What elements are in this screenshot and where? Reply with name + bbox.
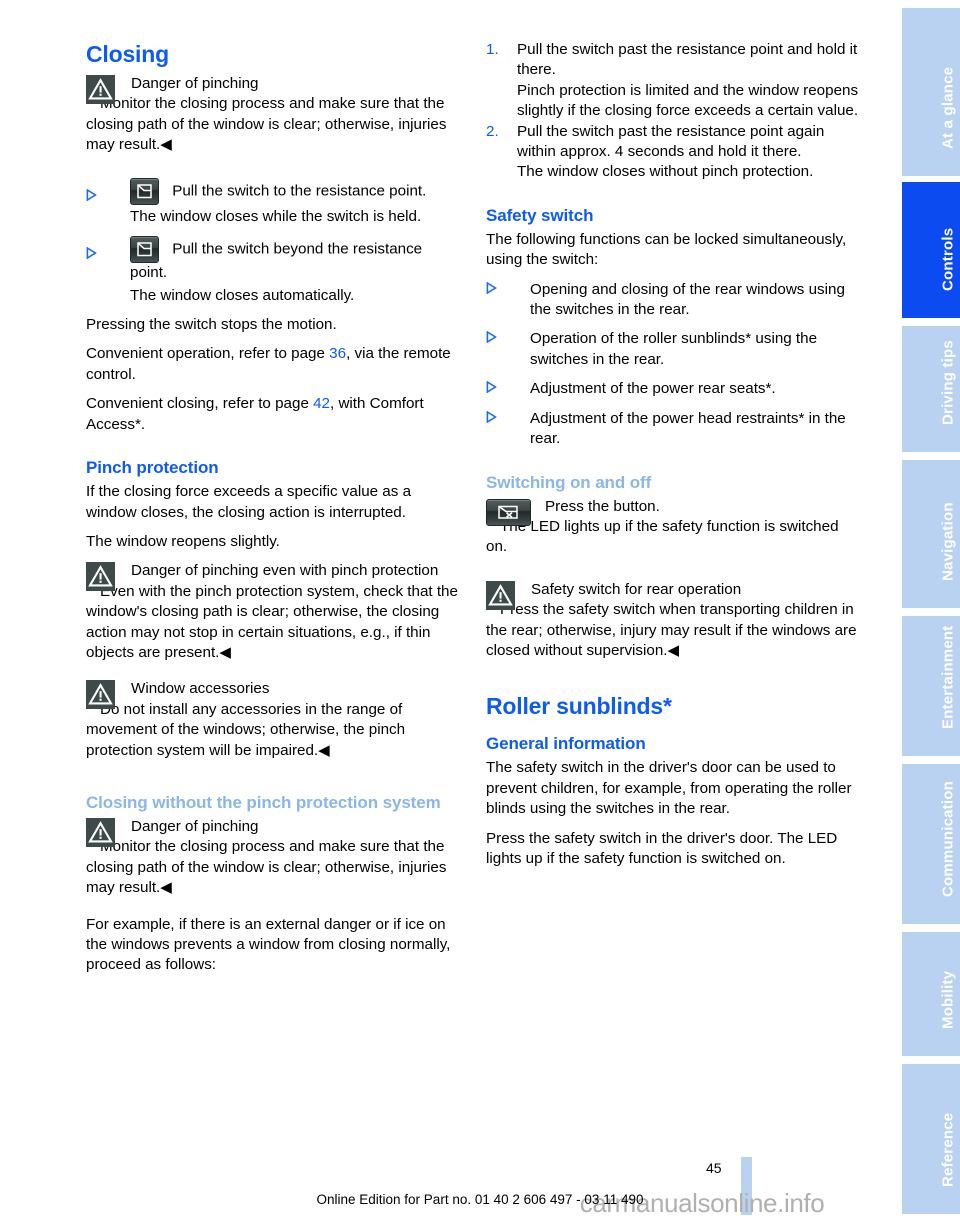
paragraph-pressing-switch: Pressing the switch stops the motion. xyxy=(86,316,337,334)
warning-body: Press the safety switch when transportin… xyxy=(486,601,857,659)
sidebar-item-entertainment[interactable]: Entertainment xyxy=(902,616,960,756)
sidebar-item-label: At a glance xyxy=(939,66,957,149)
paragraph-safety-switch-intro: The following functions can be locked si… xyxy=(486,230,847,269)
switch-step-pull-beyond-resistance: Pull the switch beyond the resistance po… xyxy=(86,236,461,284)
left-column: Closing Danger of pinching Monitor the c… xyxy=(86,40,461,985)
list-item-label: Adjustment of the power rear seats*. xyxy=(530,380,776,398)
paragraph-for-example: For example, if there is an external dan… xyxy=(86,915,451,974)
switching-instruction-block: Press the button. The LED lights up if t… xyxy=(486,497,861,558)
paragraph-convenient-closing: Convenient closing, refer to page 42, wi… xyxy=(86,394,461,435)
numbered-step: 1. Pull the switch past the resistance p… xyxy=(486,40,861,122)
triangle-bullet-icon xyxy=(486,281,500,298)
triangle-bullet-icon xyxy=(486,381,500,397)
sidebar-item-mobility[interactable]: Mobility xyxy=(902,932,960,1056)
switch-step-text: Pull the switch beyond the resistance po… xyxy=(130,240,423,282)
subsection-heading-safety-switch: Safety switch xyxy=(486,205,594,225)
sidebar-item-controls[interactable]: Controls xyxy=(902,182,960,318)
warning-block-pinch-even-with-protection: Danger of pinching even with pinch prote… xyxy=(86,561,461,663)
paragraph-pinch-p1: If the closing force exceeds a specific … xyxy=(86,483,412,521)
numbered-step: 2. Pull the switch past the resistance p… xyxy=(486,122,861,183)
warning-title: Danger of pinching xyxy=(131,817,259,835)
switch-step-text: Pull the switch to the resistance point. xyxy=(172,181,427,199)
section-heading-roller-sunblinds: Roller sunblinds* xyxy=(486,693,672,720)
warning-title: Danger of pinching even with pinch prote… xyxy=(131,562,439,580)
paragraph-pinch-p2: The window reopens slightly. xyxy=(86,532,280,550)
warning-block-safety-switch-rear: Safety switch for rear operation Press t… xyxy=(486,580,861,662)
safety-switch-button-icon[interactable] xyxy=(486,498,531,526)
triangle-bullet-icon xyxy=(486,331,500,347)
paragraph-roller-p2: Press the safety switch in the driver's … xyxy=(486,829,838,867)
sidebar-item-at-a-glance[interactable]: At a glance xyxy=(902,8,960,176)
triangle-bullet-icon xyxy=(86,187,100,203)
chapter-tab-sidebar: At a glance Controls Driving tips Naviga… xyxy=(896,0,960,1222)
warning-body: Monitor the closing process and make sur… xyxy=(86,95,447,154)
warning-triangle-icon xyxy=(86,562,115,592)
sidebar-item-label: Mobility xyxy=(939,970,957,1029)
switch-step-pull-to-resistance: Pull the switch to the resistance point. xyxy=(86,177,461,205)
step-result: The window closes without pinch protecti… xyxy=(517,163,814,181)
footer-edition-text: Online Edition for Part no. 01 40 2 606 … xyxy=(316,1192,644,1207)
list-item: Opening and closing of the rear windows … xyxy=(486,280,861,321)
warning-triangle-icon xyxy=(86,680,115,710)
page-number: 45 xyxy=(706,1160,722,1176)
manual-page: Closing Danger of pinching Monitor the c… xyxy=(0,0,960,1222)
warning-body: Monitor the closing process and make sur… xyxy=(86,838,447,897)
triangle-bullet-icon xyxy=(486,410,500,427)
switch-step-result: The window closes automatically. xyxy=(130,286,355,304)
warning-block-danger-of-pinching-2: Danger of pinching Monitor the closing p… xyxy=(86,817,461,899)
step-text: Pull the switch past the resistance poin… xyxy=(517,41,858,79)
sidebar-item-label: Navigation xyxy=(939,502,957,581)
sidebar-item-label: Controls xyxy=(939,227,957,291)
safety-switch-bullet-list: Opening and closing of the rear windows … xyxy=(486,280,861,450)
section-heading-closing: Closing xyxy=(86,41,169,67)
page-reference-36[interactable]: 36 xyxy=(329,345,346,362)
warning-block-window-accessories: Window accessories Do not install any ac… xyxy=(86,679,461,761)
sidebar-item-communication[interactable]: Communication xyxy=(902,764,960,924)
step-number: 2. xyxy=(486,122,499,140)
warning-triangle-icon xyxy=(486,580,515,610)
list-item-label: Opening and closing of the rear windows … xyxy=(530,280,845,319)
sidebar-item-label: Driving tips xyxy=(939,340,957,425)
warning-title: Danger of pinching xyxy=(131,75,259,92)
warning-title: Safety switch for rear operation xyxy=(531,580,742,598)
step-result: Pinch protection is limited and the wind… xyxy=(517,81,859,120)
list-item-label: Adjustment of the power head restraints*… xyxy=(530,409,846,448)
step-text: Pull the switch past the resistance poin… xyxy=(517,122,825,161)
sidebar-item-label: Reference xyxy=(939,1112,957,1187)
sidebar-item-label: Entertainment xyxy=(939,625,957,729)
warning-body: Do not install any accessories in the ra… xyxy=(86,700,406,759)
step-number: 1. xyxy=(486,41,499,58)
sidebar-item-navigation[interactable]: Navigation xyxy=(902,460,960,608)
numbered-steps-list: 1. Pull the switch past the resistance p… xyxy=(486,40,861,183)
press-button-text: Press the button. xyxy=(545,497,660,515)
list-item: Operation of the roller sunblinds* using… xyxy=(486,329,861,370)
warning-triangle-icon xyxy=(86,817,115,847)
right-column: 1. Pull the switch past the resistance p… xyxy=(486,40,861,878)
led-indicator-text: The LED lights up if the safety function… xyxy=(486,517,839,556)
warning-block-danger-of-pinching: Danger of pinching Monitor the closing p… xyxy=(86,74,461,156)
paragraph-convenient-operation: Convenient operation, refer to page 36, … xyxy=(86,344,461,385)
list-item: Adjustment of the power rear seats*. xyxy=(486,379,861,399)
warning-title: Window accessories xyxy=(131,680,270,698)
door-window-switch-icon[interactable] xyxy=(130,177,159,205)
subsection-heading-switching-on-and-off: Switching on and off xyxy=(486,472,652,492)
list-item: Adjustment of the power head restraints*… xyxy=(486,409,861,450)
subsection-heading-general-information: General information xyxy=(486,734,646,754)
triangle-bullet-icon xyxy=(86,245,100,261)
warning-body: Even with the pinch protection system, c… xyxy=(86,582,458,661)
warning-triangle-icon xyxy=(86,75,115,104)
page-reference-42[interactable]: 42 xyxy=(313,395,330,412)
door-window-switch-icon[interactable] xyxy=(130,236,159,264)
sidebar-item-label: Communication xyxy=(939,781,957,897)
paragraph-roller-p1: The safety switch in the driver's door c… xyxy=(486,759,852,818)
text-convenient-closing-a: Convenient closing, refer to page xyxy=(86,395,314,413)
subsection-heading-pinch-protection: Pinch protection xyxy=(86,458,219,478)
list-item-label: Operation of the roller sunblinds* using… xyxy=(530,330,818,368)
text-convenient-operation-a: Convenient operation, refer to page xyxy=(86,345,330,363)
subsection-heading-closing-without-pinch-protection: Closing without the pinch protection sys… xyxy=(86,792,441,812)
switch-step-result: The window closes while the switch is he… xyxy=(130,207,422,225)
sidebar-item-driving-tips[interactable]: Driving tips xyxy=(902,326,960,452)
